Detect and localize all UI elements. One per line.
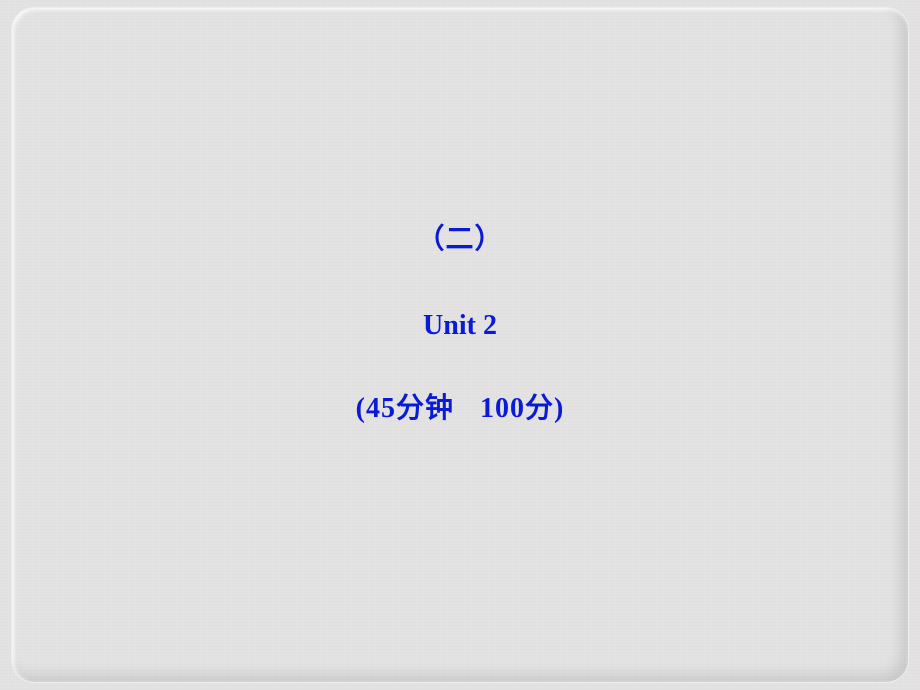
- time-score-line: (45分钟 100分): [12, 392, 908, 426]
- unit-title: Unit 2: [12, 309, 908, 343]
- slide-frame: （二） Unit 2 (45分钟 100分): [12, 8, 908, 682]
- score-text: 100分): [480, 393, 564, 424]
- heading-number: （二）: [12, 223, 908, 257]
- duration-text: (45分钟: [356, 393, 454, 424]
- slide-content: （二） Unit 2 (45分钟 100分): [12, 223, 908, 426]
